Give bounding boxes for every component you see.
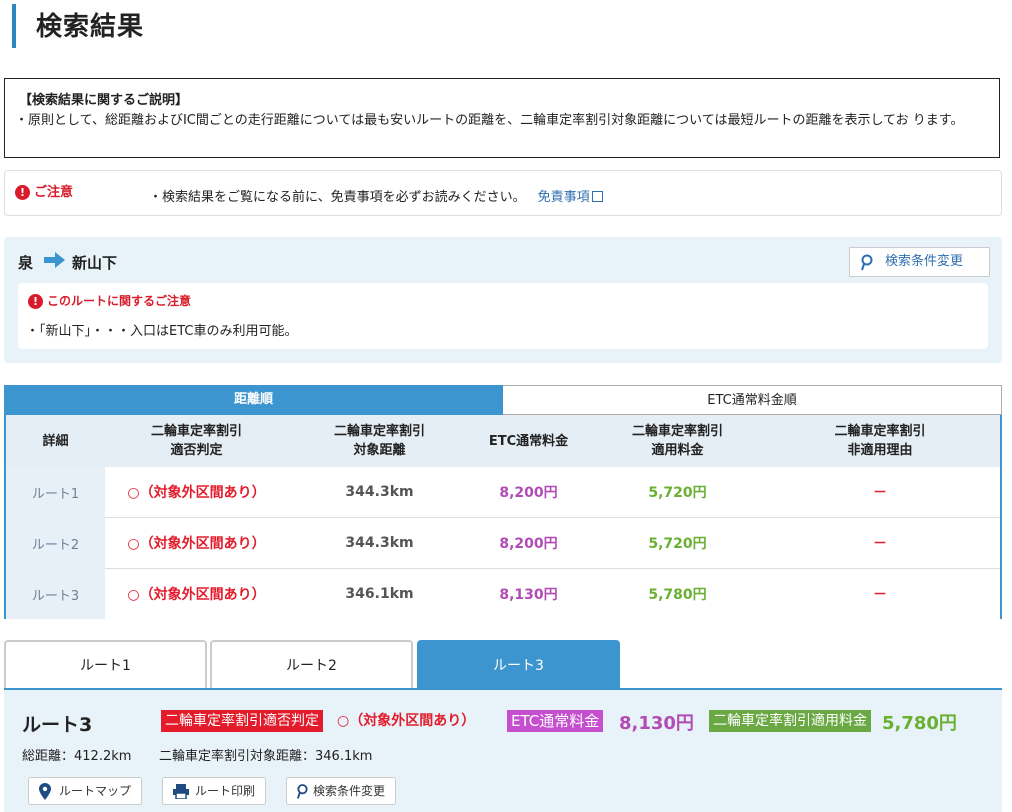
route-to: 新山下 (72, 254, 118, 272)
header-discount-line1: 二輪車定率割引 (631, 424, 723, 439)
caution-label-text: ご注意 (34, 185, 74, 200)
reason-cell: － (873, 536, 887, 552)
caution-text: ・検索結果をご覧になる前に、免責事項を必ずお読みください。 免責事項 (149, 186, 603, 205)
tab-route-3[interactable]: ルート3 (417, 640, 620, 690)
etc-fare-cell: 8,200円 (499, 485, 558, 501)
header-detail-text: 詳細 (42, 433, 69, 449)
judge-cell: ○（対象外区間あり） (127, 587, 266, 603)
table-row[interactable]: ルート1 ○（対象外区間あり） 344.3km 8,200円 5,720円 － (6, 467, 1000, 517)
row-body: ○（対象外区間あり） 344.3km 8,200円 5,720円 － (105, 518, 1000, 568)
route-from: 泉 (18, 254, 34, 272)
route-tabs: ルート1 ルート2 ルート3 (4, 640, 1002, 690)
tab-route-1[interactable]: ルート1 (4, 640, 207, 690)
table-row[interactable]: ルート2 ○（対象外区間あり） 344.3km 8,200円 5,720円 － (6, 518, 1000, 568)
distance-cell: 344.3km (345, 535, 414, 551)
header-etc-text: ETC通常料金 (488, 433, 569, 449)
header-etc: ETC通常料金 (471, 415, 586, 467)
search-icon (861, 254, 873, 271)
distance-cell: 346.1km (345, 586, 414, 602)
results-table: 詳細 二輪車定率割引 適否判定 二輪車定率割引 対象距離 ETC通常料金 二輪車定率… (4, 415, 1002, 619)
printer-icon (173, 784, 189, 799)
title-accent-bar (12, 4, 16, 48)
discount-fare-value: 5,780円 (882, 713, 957, 734)
discount-fare-tag: 二輪車定率割引適用料金 (709, 710, 871, 732)
judge-cell: ○（対象外区間あり） (127, 536, 266, 552)
distance-cell: 344.3km (345, 484, 414, 500)
route-print-label[interactable]: ルート印刷 (195, 778, 255, 804)
caution-box: ! ご注意 ・検索結果をご覧になる前に、免責事項を必ずお読みください。 免責事項 (4, 170, 1002, 216)
route-name-cell[interactable]: ルート3 (6, 569, 105, 619)
total-distance: 総距離：412.2km (22, 749, 132, 764)
header-distance-line2: 対象距離 (353, 443, 406, 458)
reason-cell: － (873, 587, 887, 603)
header-judge-line2: 適否判定 (170, 443, 223, 458)
judge-value: ○（対象外区間あり） (337, 713, 476, 729)
explanation-box: 【検索結果に関するご説明】 ・原則として、総距離およびIC間ごとの走行距離につい… (4, 78, 1000, 158)
header-distance: 二輪車定率割引 対象距離 (288, 415, 471, 467)
route-note-heading: ! このルートに関するご注意 (28, 292, 191, 309)
judge-tag: 二輪車定率割引適否判定 (161, 710, 323, 732)
caution-message: ・検索結果をご覧になる前に、免責事項を必ずお読みください。 (149, 190, 526, 205)
arrow-right-icon (44, 251, 66, 273)
page-title: 検索結果 (36, 12, 145, 42)
discount-fare-cell: 5,720円 (648, 536, 707, 552)
route-summary: 泉 新山下 検索条件変更 ! このルートに関するご注意 ・「新山下」・・・入口はE… (4, 237, 1002, 363)
caution-label: ! ご注意 (15, 181, 73, 200)
row-body: ○（対象外区間あり） 346.1km 8,130円 5,780円 － (105, 569, 1000, 619)
change-conditions-button[interactable]: 検索条件変更 (849, 247, 990, 277)
header-judge-line1: 二輪車定率割引 (150, 424, 242, 439)
explanation-body: ・原則として、総距離およびIC間ごとの走行距離については最も安いルートの距離を、… (15, 113, 964, 128)
route-note-heading-text: このルートに関するご注意 (47, 294, 192, 308)
external-link-icon (591, 191, 603, 202)
header-distance-line1: 二輪車定率割引 (333, 424, 425, 439)
header-detail: 詳細 (6, 415, 105, 467)
route-note: ! このルートに関するご注意 ・「新山下」・・・入口はETC車のみ利用可能。 (18, 283, 988, 349)
judge-cell: ○（対象外区間あり） (127, 485, 266, 501)
table-row[interactable]: ルート3 ○（対象外区間あり） 346.1km 8,130円 5,780円 － (6, 569, 1000, 619)
table-header: 詳細 二輪車定率割引 適否判定 二輪車定率割引 対象距離 ETC通常料金 二輪車定率… (6, 415, 1000, 467)
route-name-cell[interactable]: ルート1 (6, 467, 105, 517)
tab-sort-etc-fare[interactable]: ETC通常料金順 (503, 385, 1002, 415)
change-conditions-label[interactable]: 検索条件変更 (885, 248, 963, 276)
header-reason-line1: 二輪車定率割引 (834, 424, 926, 439)
etc-fare-tag: ETC通常料金 (507, 710, 604, 732)
route-map-label[interactable]: ルートマップ (59, 778, 131, 804)
discount-fare-cell: 5,720円 (648, 485, 707, 501)
map-pin-icon (39, 783, 51, 800)
disclaimer-link-label[interactable]: 免責事項 (538, 190, 590, 205)
change-conditions-button-2[interactable]: 検索条件変更 (286, 777, 396, 805)
route-detail-title: ルート3 (22, 714, 93, 736)
target-distance: 二輪車定率割引対象距離：346.1km (159, 749, 373, 764)
header-reason: 二輪車定率割引 非適用理由 (769, 415, 991, 467)
route-note-body: ・「新山下」・・・入口はETC車のみ利用可能。 (26, 324, 298, 339)
route-name-cell[interactable]: ルート2 (6, 518, 105, 568)
change-conditions-label-2[interactable]: 検索条件変更 (313, 778, 385, 804)
disclaimer-link[interactable]: 免責事項 (538, 190, 603, 205)
alert-icon: ! (28, 294, 43, 309)
discount-fare-cell: 5,780円 (648, 587, 707, 603)
header-discount-line2: 適用料金 (651, 443, 704, 458)
route-map-button[interactable]: ルートマップ (28, 777, 142, 805)
header-discount: 二輪車定率割引 適用料金 (586, 415, 769, 467)
alert-icon: ! (15, 185, 30, 200)
etc-fare-cell: 8,130円 (499, 587, 558, 603)
sort-tabs: 距離順 ETC通常料金順 (4, 385, 1002, 415)
etc-fare-value: 8,130円 (619, 713, 694, 734)
route-print-button[interactable]: ルート印刷 (162, 777, 266, 805)
route-detail: ルート3 二輪車定率割引適否判定 ○（対象外区間あり） ETC通常料金 8,13… (4, 690, 1002, 812)
etc-fare-cell: 8,200円 (499, 536, 558, 552)
tab-sort-distance[interactable]: 距離順 (4, 385, 503, 415)
reason-cell: － (873, 485, 887, 501)
header-reason-line2: 非適用理由 (847, 443, 913, 458)
explanation-heading: 【検索結果に関するご説明】 (19, 93, 189, 108)
tab-route-2[interactable]: ルート2 (210, 640, 413, 690)
header-judge: 二輪車定率割引 適否判定 (105, 415, 288, 467)
search-icon (296, 784, 308, 799)
row-body: ○（対象外区間あり） 344.3km 8,200円 5,720円 － (105, 467, 1000, 517)
